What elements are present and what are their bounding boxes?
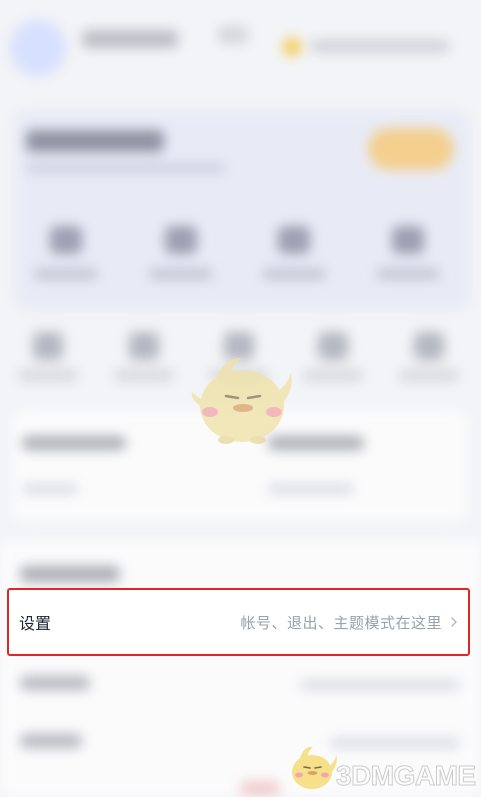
- settings-description: 帐号、退出、主题模式在这里: [240, 613, 442, 632]
- settings-label: 设置: [19, 614, 52, 633]
- list-item-label-placeholder: [20, 734, 82, 748]
- chevron-right-icon: [451, 617, 457, 627]
- card-feature-label-placeholder: [376, 268, 440, 280]
- shortcut-icon: [318, 332, 348, 360]
- shortcut-label-placeholder: [399, 370, 459, 381]
- panel-item-subtitle-placeholder: [22, 484, 78, 494]
- list-item-desc-placeholder: [300, 680, 460, 690]
- username-placeholder: [82, 30, 178, 48]
- shortcut-label-placeholder: [303, 370, 363, 381]
- shortcut-icon: [33, 332, 63, 360]
- section-title-placeholder: [20, 566, 120, 582]
- card-feature-icon: [278, 226, 310, 254]
- member-card-title-placeholder: [26, 130, 164, 152]
- settings-row[interactable]: 设置 帐号、退出、主题模式在这里: [7, 588, 470, 656]
- vip-icon: [283, 38, 301, 56]
- card-feature-label-placeholder: [149, 268, 213, 280]
- card-feature-icon: [50, 226, 82, 254]
- panel-item-subtitle-placeholder: [268, 484, 354, 494]
- member-card-subtitle-placeholder: [26, 163, 226, 173]
- level-badge-placeholder: [218, 26, 248, 44]
- shortcut-label-placeholder: [18, 370, 78, 381]
- member-card-button: [368, 128, 454, 170]
- list-item-label-placeholder: [20, 676, 90, 690]
- shortcut-icon: [414, 332, 444, 360]
- mascot-watermark-icon: [191, 357, 292, 444]
- card-feature-icon: [392, 226, 424, 254]
- list-item-desc-placeholder: [330, 738, 460, 748]
- avatar: [10, 20, 66, 76]
- shortcut-label-placeholder: [114, 370, 174, 381]
- list-item-badge-placeholder: [240, 782, 280, 794]
- vip-text-placeholder: [310, 40, 450, 52]
- brand-mascot-icon: [292, 746, 337, 789]
- panel-item-title-placeholder: [22, 436, 126, 450]
- watermark-text: 3DMGAME: [336, 760, 477, 792]
- card-feature-icon: [165, 226, 197, 254]
- card-feature-label-placeholder: [262, 268, 326, 280]
- card-feature-label-placeholder: [34, 268, 98, 280]
- settings-description-group: 帐号、退出、主题模式在这里: [240, 612, 460, 633]
- shortcut-icon: [129, 332, 159, 360]
